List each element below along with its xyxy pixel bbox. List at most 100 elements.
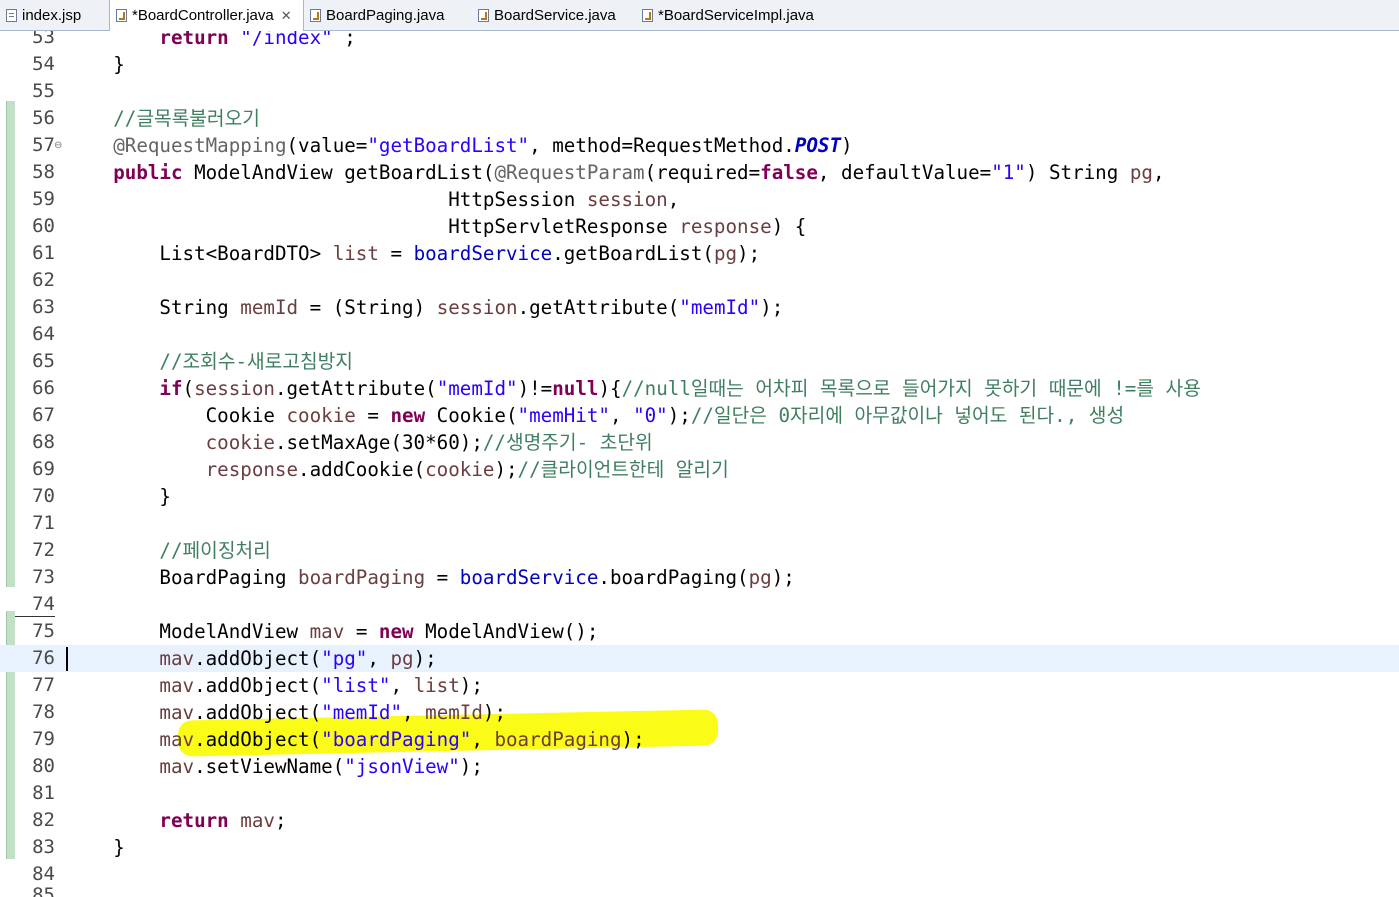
code-token: );	[737, 242, 761, 265]
code-token: }	[159, 485, 171, 508]
code-line-68[interactable]: 68 cookie.setMaxAge(30*60);//생명주기- 초단위	[0, 429, 1399, 456]
parameter: pg	[390, 647, 414, 670]
code-token: }	[113, 836, 125, 859]
line-number: 85	[32, 884, 55, 897]
code-line-71[interactable]: 71	[0, 510, 1399, 537]
code-line-64[interactable]: 64	[0, 321, 1399, 348]
code-line-67[interactable]: 67 Cookie cookie = new Cookie("memHit", …	[0, 402, 1399, 429]
fold-collapse-icon[interactable]: ⊖	[54, 132, 64, 159]
tab-board-service[interactable]: BoardService.java	[472, 0, 636, 30]
code-line-66[interactable]: 66 if(session.getAttribute("memId")!=nul…	[0, 375, 1399, 402]
line-text: mav.addObject("memId", memId);	[67, 699, 506, 726]
code-line-85[interactable]: 85	[0, 882, 1399, 897]
code-line-70[interactable]: 70 }	[0, 483, 1399, 510]
code-line-79[interactable]: 79 mav.addObject("boardPaging", boardPag…	[0, 726, 1399, 753]
line-text: if(session.getAttribute("memId")!=null){…	[67, 375, 1200, 402]
code-line-55[interactable]: 55	[0, 78, 1399, 105]
code-token: .getAttribute(	[517, 296, 680, 319]
line-number: 59	[32, 188, 55, 210]
tab-board-controller[interactable]: *BoardController.java ✕	[109, 0, 304, 31]
annotation: @RequestParam	[494, 161, 645, 184]
code-token: String	[159, 296, 241, 319]
parameter: response	[679, 215, 772, 238]
line-text: response.addCookie(cookie);//클라이언트한테 알리기	[67, 456, 729, 483]
code-token: .addObject(	[194, 728, 322, 751]
code-line-57[interactable]: 57 ⊖ @RequestMapping(value="getBoardList…	[0, 132, 1399, 159]
tab-board-service-impl[interactable]: *BoardServiceImpl.java	[636, 0, 836, 30]
code-line-53[interactable]: 53 return "/index" ;	[0, 31, 1399, 51]
line-number: 65	[32, 350, 55, 372]
line-text: //페이징처리	[67, 537, 271, 564]
code-line-59[interactable]: 59 HttpSession session,	[0, 186, 1399, 213]
line-number: 68	[32, 431, 55, 453]
code-line-61[interactable]: 61 List<BoardDTO> list = boardService.ge…	[0, 240, 1399, 267]
local-variable: mav	[228, 809, 275, 832]
code-line-78[interactable]: 78 mav.addObject("memId", memId);	[0, 699, 1399, 726]
code-line-77[interactable]: 77 mav.addObject("list", list);	[0, 672, 1399, 699]
editor-tab-bar: index.jsp *BoardController.java ✕ BoardP…	[0, 0, 1399, 31]
code-token: );	[459, 674, 483, 697]
line-text: ModelAndView mav = new ModelAndView();	[67, 618, 598, 645]
code-line-83[interactable]: 83 }	[0, 834, 1399, 861]
code-token: .addCookie(	[298, 458, 426, 481]
close-icon[interactable]: ✕	[281, 8, 292, 24]
local-variable: mav	[159, 755, 195, 778]
comment: //클라이언트한테 알리기	[517, 458, 729, 481]
code-line-73[interactable]: 73 BoardPaging boardPaging = boardServic…	[0, 564, 1399, 591]
comment: //글목록불러오기	[113, 107, 260, 130]
code-line-60[interactable]: 60 HttpServletResponse response) {	[0, 213, 1399, 240]
tab-board-paging[interactable]: BoardPaging.java	[304, 0, 472, 30]
code-token: =	[378, 242, 414, 265]
line-number: 53	[32, 31, 55, 48]
code-line-72[interactable]: 72 //페이징처리	[0, 537, 1399, 564]
string-literal: "pg"	[321, 647, 368, 670]
code-token: .addObject(	[194, 674, 322, 697]
local-variable: mav	[309, 620, 345, 643]
code-line-62[interactable]: 62	[0, 267, 1399, 294]
parameter: pg	[713, 242, 738, 265]
field: boardService	[459, 566, 599, 589]
java-file-icon	[478, 8, 489, 22]
parameter: session	[586, 188, 668, 211]
code-line-58[interactable]: 58 public ModelAndView getBoardList(@Req…	[0, 159, 1399, 186]
line-number: 79	[32, 728, 55, 750]
code-line-76-current[interactable]: 76 mav.addObject("pg", pg);	[0, 645, 1399, 672]
code-token: , method=RequestMethod.	[529, 134, 795, 157]
comment: //페이징처리	[159, 539, 271, 562]
code-line-65[interactable]: 65 //조회수-새로고침방지	[0, 348, 1399, 375]
tab-label: *BoardController.java	[132, 7, 274, 24]
code-line-74[interactable]: 74	[0, 591, 1399, 618]
code-line-80[interactable]: 80 mav.setViewName("jsonView");	[0, 753, 1399, 780]
code-line-63[interactable]: 63 String memId = (String) session.getAt…	[0, 294, 1399, 321]
code-editor[interactable]: 53 return "/index" ; 54 } 55 56 //글목록불러오…	[0, 31, 1399, 897]
code-line-56[interactable]: 56 //글목록불러오기	[0, 105, 1399, 132]
parameter: session	[194, 377, 275, 400]
code-line-54[interactable]: 54 }	[0, 51, 1399, 78]
code-line-82[interactable]: 82 return mav;	[0, 807, 1399, 834]
line-text: @RequestMapping(value="getBoardList", me…	[67, 132, 852, 159]
parameter: pg	[1129, 161, 1153, 184]
line-text: mav.setViewName("jsonView");	[67, 753, 482, 780]
keyword: return	[159, 809, 229, 832]
code-token: )!=	[517, 377, 553, 400]
line-number: 56	[32, 107, 55, 129]
code-line-81[interactable]: 81	[0, 780, 1399, 807]
code-token: ,	[390, 674, 414, 697]
java-file-icon	[642, 8, 653, 22]
static-field: POST	[794, 134, 842, 157]
string-literal: "jsonView"	[344, 755, 460, 778]
line-text: public ModelAndView getBoardList(@Reques…	[67, 159, 1164, 186]
tab-index-jsp[interactable]: index.jsp	[0, 0, 110, 30]
annotation: @RequestMapping	[113, 134, 287, 157]
code-line-75[interactable]: 75 ModelAndView mav = new ModelAndView()…	[0, 618, 1399, 645]
tab-label: BoardPaging.java	[326, 6, 445, 24]
local-variable: cookie	[425, 458, 495, 481]
code-token: );	[494, 458, 518, 481]
local-variable: memId	[425, 701, 483, 724]
line-number: 76	[32, 647, 55, 669]
local-variable: list	[413, 674, 460, 697]
code-line-69[interactable]: 69 response.addCookie(cookie);//클라이언트한테 …	[0, 456, 1399, 483]
string-literal: "memId"	[436, 377, 518, 400]
comment: //조회수-새로고침방지	[159, 350, 353, 373]
local-variable: boardPaging	[494, 728, 622, 751]
